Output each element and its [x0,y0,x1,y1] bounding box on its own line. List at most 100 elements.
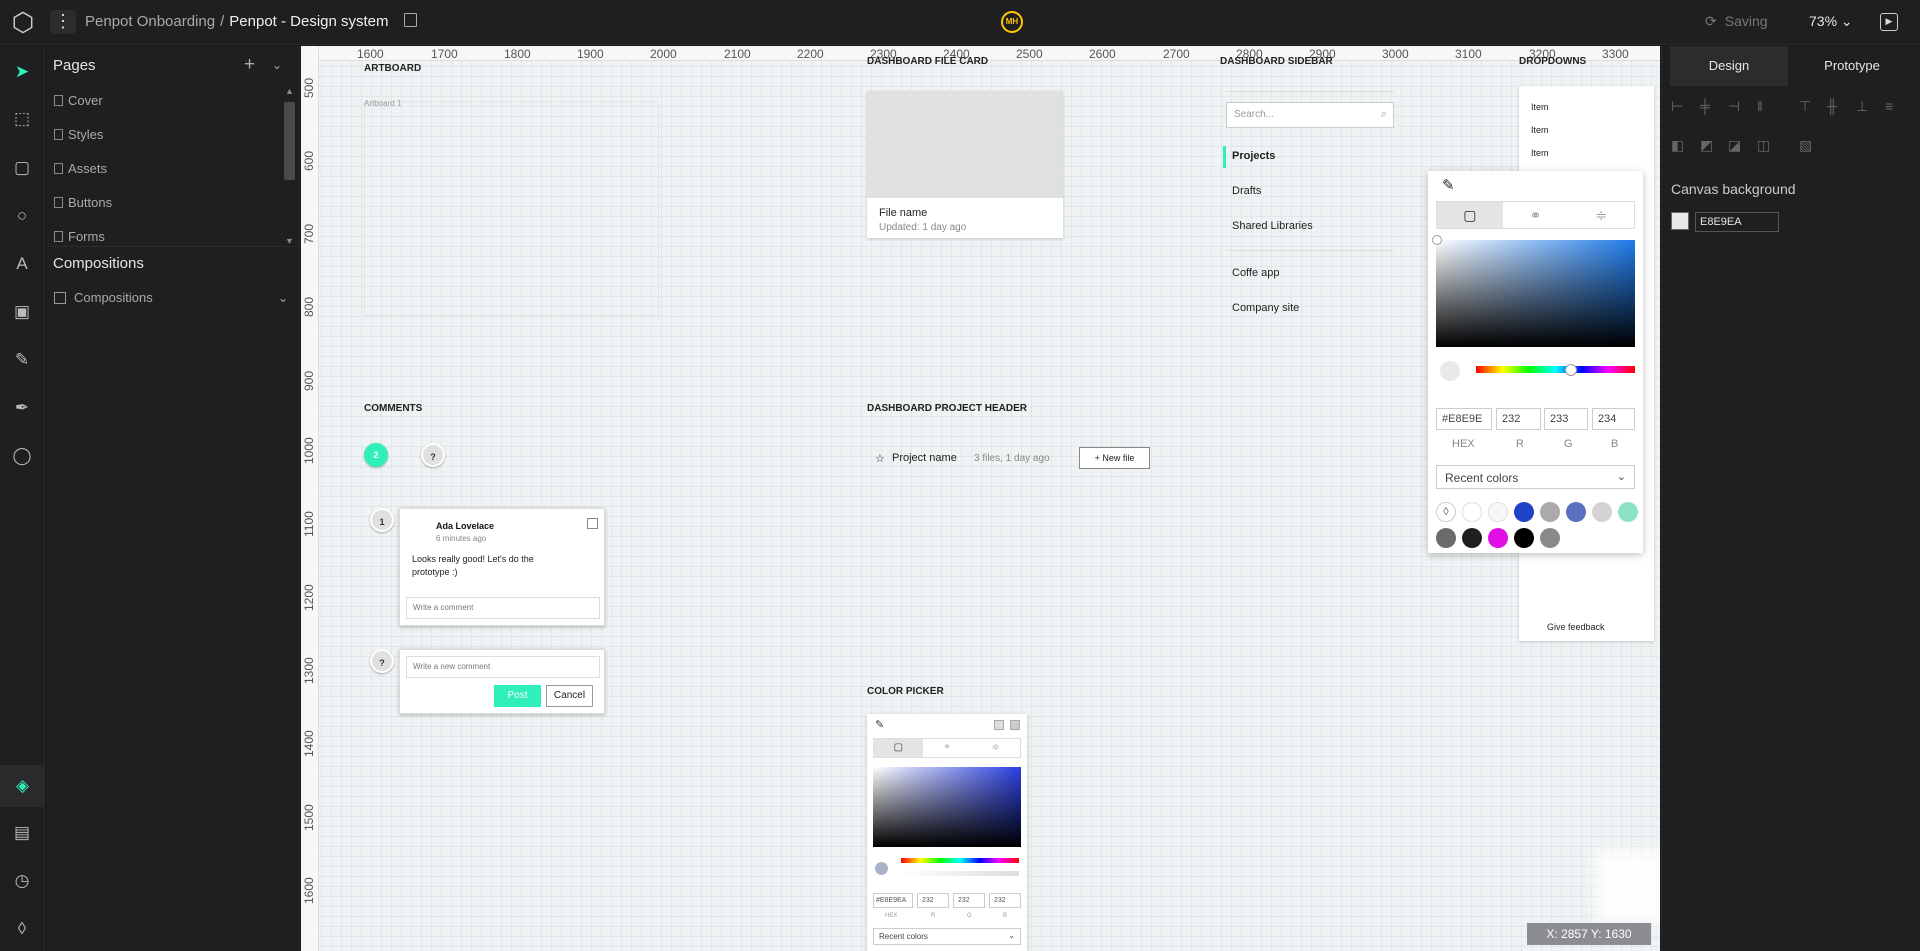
comment-bubble-unread[interactable]: 2 [364,443,388,467]
page-item-assets[interactable]: Assets [54,161,107,176]
collapse-pages-icon[interactable]: ⌄ [272,58,282,72]
dashboard-item-company-site[interactable]: Company site [1232,302,1299,314]
penpot-logo-icon[interactable]: ⬡ [4,2,42,42]
board-title-artboard[interactable]: ARTBOARD [364,63,421,74]
page-item-cover[interactable]: Cover [54,93,103,108]
recent-color-swatch[interactable] [1540,502,1560,522]
recent-color-swatch[interactable] [1618,502,1638,522]
dashboard-search-input[interactable]: Search... ⌕ [1226,102,1394,128]
board-title-dashboard-sidebar[interactable]: DASHBOARD SIDEBAR [1220,56,1333,67]
dropdown-item-give-feedback[interactable]: Give feedback [1547,622,1605,632]
saturation-handle[interactable] [1432,235,1442,245]
layer-item-compositions[interactable]: Compositions [54,290,153,305]
main-menu-button[interactable]: ⋮ [50,10,76,34]
canvas-background-swatch[interactable] [1671,212,1689,230]
recent-color-swatch[interactable] [1514,502,1534,522]
boolean-exclude-icon[interactable]: ◫ [1757,137,1770,154]
square-mode-tab[interactable]: ▢ [1437,202,1503,228]
layers-icon[interactable]: ◈ [0,765,45,807]
r-input[interactable]: 232 [1496,408,1541,430]
recent-color-swatch[interactable] [1514,528,1534,548]
scroll-down-icon[interactable]: ▼ [285,236,294,246]
new-file-button[interactable]: + New file [1079,447,1150,469]
image-tool-icon[interactable]: ▣ [6,296,38,328]
comment-bubble-thread[interactable]: 1 [370,508,394,532]
rectangle-tool-icon[interactable]: ▢ [6,152,38,184]
align-bottom-icon[interactable]: ⊥ [1856,98,1868,115]
dropdown-item[interactable]: Item [1531,148,1549,158]
distribute-vertical-icon[interactable]: ≡ [1885,98,1893,114]
board-title-color-picker[interactable]: COLOR PICKER [867,686,944,697]
recent-color-swatch[interactable] [1462,502,1482,522]
file-card[interactable]: File name Updated: 1 day ago [867,91,1063,238]
canvas-background-hex-input[interactable]: E8E9EA [1695,212,1779,232]
align-left-icon[interactable]: ⊢ [1671,98,1683,115]
boolean-intersection-icon[interactable]: ◪ [1728,137,1741,154]
board-title-file-card[interactable]: DASHBOARD FILE CARD [867,56,988,67]
assets-icon[interactable]: ▤ [6,817,38,849]
recent-color-swatch[interactable] [1462,528,1482,548]
cancel-button[interactable]: Cancel [546,685,593,707]
board-tool-icon[interactable]: ⬚ [6,103,38,135]
zoom-dropdown[interactable]: 73% ⌄ [1809,13,1853,30]
dashboard-item-coffe-app[interactable]: Coffe app [1232,267,1280,279]
tab-prototype[interactable]: Prototype [1792,46,1912,86]
color-library-select[interactable]: Recent colors ⌄ [1436,465,1635,489]
scroll-thumb[interactable] [284,102,295,180]
eyedropper-icon[interactable]: ✎ [1442,176,1455,194]
align-vcenter-icon[interactable]: ╫ [1827,98,1837,114]
dropdown-item[interactable]: Item [1531,125,1549,135]
b-input[interactable]: 234 [1592,408,1635,430]
saturation-area[interactable] [1436,240,1635,347]
add-page-icon[interactable]: + [244,54,255,76]
scroll-up-icon[interactable]: ▲ [285,86,294,96]
flatten-icon[interactable]: ▧ [1799,137,1812,154]
hex-input[interactable]: #E8E9E [1436,408,1492,430]
board-title-comments[interactable]: COMMENTS [364,403,422,414]
reply-input[interactable]: Write a comment [406,597,600,619]
harmony-mode-tab[interactable]: ≑ [1568,202,1634,228]
transparent-swatch-icon[interactable]: ◊ [1436,502,1456,522]
user-avatar[interactable]: MH [1001,11,1023,33]
recent-color-swatch[interactable] [1488,528,1508,548]
page-item-styles[interactable]: Styles [54,127,103,142]
new-comment-input[interactable]: Write a new comment [406,656,600,678]
page-item-forms[interactable]: Forms [54,229,105,244]
view-mode-button[interactable]: ▶ [1880,13,1898,31]
comment-bubble-draft[interactable]: ? [421,443,445,467]
comments-tool-icon[interactable]: ◯ [6,440,38,472]
expand-layer-icon[interactable]: ⌄ [278,291,288,305]
board-title-dropdowns[interactable]: DROPDOWNS [1519,56,1586,67]
path-tool-icon[interactable]: ✒ [6,392,38,424]
star-icon[interactable]: ☆ [875,452,885,465]
recent-color-swatch[interactable] [1566,502,1586,522]
recent-color-swatch[interactable] [1540,528,1560,548]
ramp-mode-tab[interactable]: ⚭ [1503,202,1569,228]
recent-color-swatch[interactable] [1488,502,1508,522]
history-icon[interactable]: ◷ [6,865,38,897]
align-right-icon[interactable]: ⊣ [1728,98,1740,115]
project-name[interactable]: Penpot Onboarding [85,13,215,30]
move-tool-icon[interactable]: ➤ [6,56,38,88]
boolean-union-icon[interactable]: ◧ [1671,137,1684,154]
ellipse-tool-icon[interactable]: ○ [6,200,38,232]
tab-design[interactable]: Design [1670,46,1788,86]
recent-color-swatch[interactable] [1436,528,1456,548]
new-comment-bubble[interactable]: ? [370,649,394,673]
recent-color-swatch[interactable] [1592,502,1612,522]
dashboard-item-drafts[interactable]: Drafts [1232,185,1261,197]
align-top-icon[interactable]: ⊤ [1799,98,1811,115]
dashboard-item-shared-libraries[interactable]: Shared Libraries [1232,220,1313,232]
align-hcenter-icon[interactable]: ╪ [1700,98,1710,114]
g-input[interactable]: 233 [1544,408,1588,430]
hue-slider[interactable] [1476,366,1635,373]
distribute-horizontal-icon[interactable]: ‖ [1757,98,1763,114]
resolve-checkbox[interactable] [587,518,598,529]
dashboard-item-projects[interactable]: Projects [1232,150,1275,162]
text-tool-icon[interactable]: A [6,248,38,280]
boolean-difference-icon[interactable]: ◩ [1700,137,1713,154]
board-title-project-header[interactable]: DASHBOARD PROJECT HEADER [867,403,1027,414]
dropdown-item[interactable]: Item [1531,102,1549,112]
artboard-frame[interactable] [364,101,659,316]
pages-scrollbar[interactable]: ▲ ▼ [282,86,297,246]
